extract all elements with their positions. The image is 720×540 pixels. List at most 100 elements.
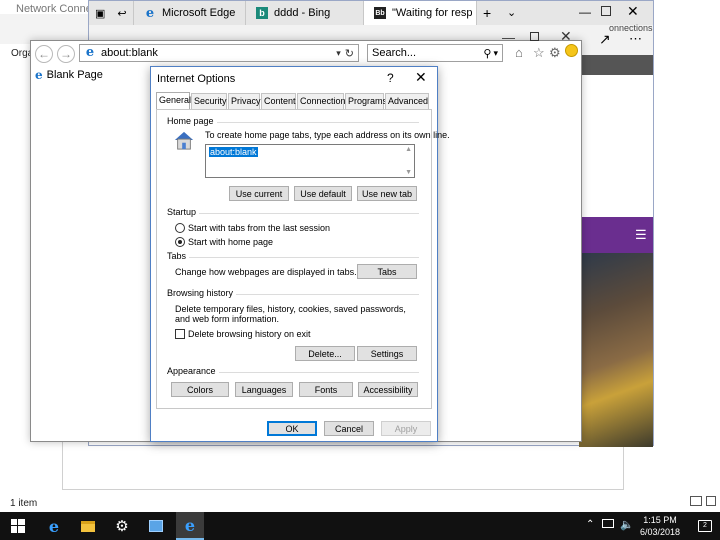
edge-minimize-icon[interactable]: — [579,5,591,19]
colors-button[interactable]: Colors [171,382,229,397]
ie-logo-icon: e [35,68,43,82]
edge-tab-bing[interactable]: b dddd - Bing [245,1,363,25]
tabs-button[interactable]: Tabs [357,264,417,279]
use-new-tab-button[interactable]: Use new tab [357,186,417,201]
browsing-history-description: Delete temporary files, history, cookies… [175,304,406,324]
home-icon[interactable]: ⌂ [515,45,523,60]
details-view-icon[interactable] [690,496,702,506]
dialog-tab-strip: General Security Privacy Content Connect… [156,92,432,109]
scroll-up-icon[interactable]: ▲ [405,146,412,153]
chevron-down-icon[interactable]: ⌄ [507,6,516,19]
startup-home-page-label: Start with home page [188,237,274,247]
tab-advanced[interactable]: Advanced [385,93,429,109]
use-current-button[interactable]: Use current [229,186,289,201]
delete-on-exit-checkbox[interactable] [175,329,185,339]
menu-icon[interactable]: ☰ [635,227,647,243]
search-placeholder: Search... [372,47,417,59]
search-input[interactable]: Search... ⚲ ▾ [367,44,503,62]
edge-tab-bar: ▣ ↩ e Microsoft Edge b dddd - Bing Bb "W… [89,1,653,25]
ie-minimize-icon[interactable]: — [502,30,515,45]
edge-tab-waiting[interactable]: Bb "Waiting for resp [363,1,477,25]
large-icons-view-icon[interactable] [706,496,716,506]
ie-maximize-icon[interactable] [530,32,539,41]
back-icon[interactable]: ← [35,45,53,63]
bing-logo-icon: b [256,7,268,19]
home-page-url-text: about:blank [209,147,258,157]
edge-close-icon[interactable]: ✕ [627,3,639,20]
forward-icon[interactable]: → [57,45,75,63]
edge-logo-icon: e [48,516,60,536]
history-settings-button[interactable]: Settings [357,346,417,361]
set-aside-tabs-icon: ↩ [117,7,127,20]
gear-icon: ⚙ [115,518,129,535]
startup-last-session-label: Start with tabs from the last session [188,223,331,233]
folder-icon [81,520,95,532]
edge-page-banner: ☰ [579,217,653,253]
tab-security[interactable]: Security [191,93,227,109]
general-tab-panel: Home page To create home page tabs, type… [156,109,450,409]
divider [167,213,419,214]
ie-tab-blank-page[interactable]: e Blank Page [35,67,103,83]
clock[interactable]: 1:15 PM 6/03/2018 [632,514,688,538]
tab-preview-button[interactable]: ▣ ↩ [89,1,133,25]
accessibility-button[interactable]: Accessibility [358,382,418,397]
startup-last-session-radio[interactable] [175,223,185,233]
control-panel-icon [149,520,163,532]
cancel-button[interactable]: Cancel [324,421,374,436]
internet-options-dialog: Internet Options ? ✕ General Security Pr… [150,66,450,442]
languages-button[interactable]: Languages [235,382,293,397]
taskbar-settings[interactable]: ⚙ [108,512,136,540]
action-center-button[interactable]: 2 [698,520,712,532]
taskbar: e ⚙ e ⌃ 🔈 1:15 PM 6/03/2018 2 [0,512,720,540]
taskbar-edge[interactable]: e [40,512,68,540]
taskbar-control-panel[interactable] [142,512,170,540]
help-button[interactable]: ? [387,71,394,85]
tab-content[interactable]: Content [261,93,296,109]
apply-button[interactable]: Apply [381,421,431,436]
use-default-button[interactable]: Use default [294,186,352,201]
edge-maximize-icon[interactable] [601,6,611,16]
delete-on-exit-label: Delete browsing history on exit [188,329,311,339]
chevron-down-icon[interactable]: ▾ [336,48,341,59]
tabs-heading: Tabs [167,251,190,261]
feedback-smiley-icon[interactable] [565,44,578,57]
network-icon[interactable] [602,519,614,528]
tab-label: Microsoft Edge [162,7,236,19]
fonts-button[interactable]: Fonts [299,382,353,397]
tab-connections[interactable]: Connections [297,93,350,109]
address-bar[interactable]: e about:blank ▾ ↻ [79,44,359,62]
scroll-down-icon[interactable]: ▼ [405,169,412,176]
chevron-up-icon[interactable]: ⌃ [586,519,594,530]
startup-heading: Startup [167,207,200,217]
close-icon[interactable]: ✕ [415,69,427,86]
explorer-content-pane [62,440,624,490]
tab-preview-icon: ▣ [95,7,106,20]
notification-count: 2 [703,522,707,529]
home-page-urls-textarea[interactable]: about:blank ▲ ▼ [205,144,415,178]
ie-close-icon[interactable]: ✕ [560,28,572,45]
taskbar-internet-explorer[interactable]: e [176,512,204,540]
delete-button[interactable]: Delete... [295,346,355,361]
startup-home-page-radio[interactable] [175,237,185,247]
ok-button[interactable]: OK [267,421,317,436]
edge-page-header [579,55,653,75]
divider [167,257,419,258]
appearance-heading: Appearance [167,366,219,376]
tab-privacy[interactable]: Privacy [228,93,261,109]
home-page-heading: Home page [167,116,217,126]
chevron-down-icon[interactable]: ▾ [493,48,498,59]
gear-icon[interactable]: ⚙ [549,45,561,61]
tab-general[interactable]: General [156,92,191,109]
start-button[interactable] [0,512,36,540]
search-icon[interactable]: ⚲ [483,47,491,60]
ie-logo-icon: e [184,515,196,535]
tab-programs[interactable]: Programs [345,93,387,109]
tab-label: dddd - Bing [274,7,331,19]
address-text: about:blank [101,47,158,59]
taskbar-file-explorer[interactable] [74,512,102,540]
edge-tab-microsoft-edge[interactable]: e Microsoft Edge [133,1,261,25]
edge-side-label: onnections [609,23,653,33]
refresh-icon[interactable]: ↻ [345,47,354,60]
new-tab-icon[interactable]: + [483,5,491,21]
favorites-icon[interactable]: ☆ [533,45,545,61]
